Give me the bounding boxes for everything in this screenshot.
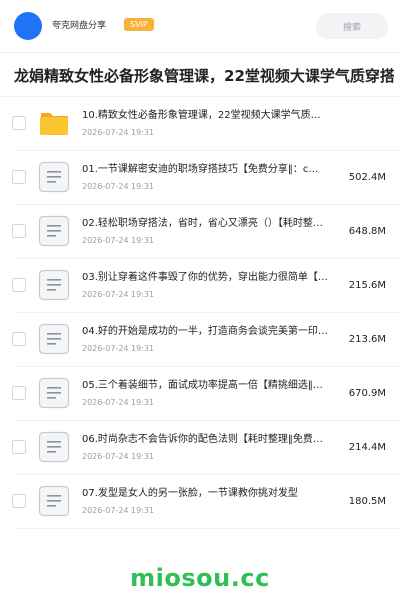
file-name[interactable]: 05.三个着装细节，面试成功率提高一倍【精挑细选‖… [82, 379, 344, 393]
vip-badge: SVIP [124, 18, 154, 31]
file-name[interactable]: 07.发型是女人的另一张脸，一节课教你挑对发型 [82, 487, 344, 501]
document-icon [38, 431, 70, 463]
row-checkbox[interactable] [12, 224, 26, 238]
file-row[interactable]: 07.发型是女人的另一张脸，一节课教你挑对发型 2026-07-24 19:31 1… [0, 475, 400, 529]
file-name[interactable]: 06.时尚杂志不会告诉你的配色法则【耗时整理‖免费… [82, 433, 344, 447]
file-date: 2026-07-24 19:31 [82, 128, 155, 137]
document-icon [38, 269, 70, 301]
file-size: 214.4M [348, 442, 386, 453]
file-date: 2026-07-24 19:31 [82, 398, 155, 407]
document-icon [38, 485, 70, 517]
file-size: 213.6M [348, 334, 386, 345]
row-checkbox[interactable] [12, 386, 26, 400]
file-name[interactable]: 03.别让穿着这件事毁了你的优势，穿出能力很简单【… [82, 271, 344, 285]
row-checkbox[interactable] [12, 332, 26, 346]
document-icon [38, 161, 70, 193]
file-name[interactable]: 02.轻松职场穿搭法，省时，省心又漂亮（）【耗时整… [82, 217, 344, 231]
header-divider [0, 52, 400, 53]
file-date: 2026-07-24 19:31 [82, 182, 155, 191]
file-size: 648.8M [348, 226, 386, 237]
file-date: 2026-07-24 19:31 [82, 236, 155, 245]
document-icon [38, 323, 70, 355]
header-bar: 夸克网盘分享 SVIP 搜索 [0, 0, 400, 52]
row-checkbox[interactable] [12, 440, 26, 454]
file-row[interactable]: 02.轻松职场穿搭法，省时，省心又漂亮（）【耗时整… 2026-07-24 19:… [0, 205, 400, 259]
file-date: 2026-07-24 19:31 [82, 290, 155, 299]
file-date: 2026-07-24 19:31 [82, 452, 155, 461]
file-row[interactable]: 01.一节课解密安迪的职场穿搭技巧【免费分享‖：c… 2026-07-24 19:… [0, 151, 400, 205]
file-size: 215.6M [348, 280, 386, 291]
row-checkbox[interactable] [12, 494, 26, 508]
row-checkbox[interactable] [12, 116, 26, 130]
file-row[interactable]: 05.三个着装细节，面试成功率提高一倍【精挑细选‖… 2026-07-24 19:… [0, 367, 400, 421]
search-placeholder: 搜索 [342, 22, 361, 33]
search-input[interactable]: 搜索 [316, 13, 388, 39]
file-date: 2026-07-24 19:31 [82, 506, 155, 515]
row-divider [14, 528, 400, 529]
document-icon [38, 377, 70, 409]
row-checkbox[interactable] [12, 170, 26, 184]
file-size: 180.5M [348, 496, 386, 507]
user-name[interactable]: 夸克网盘分享 [52, 19, 106, 33]
file-name[interactable]: 01.一节课解密安迪的职场穿搭技巧【免费分享‖：c… [82, 163, 344, 177]
file-date: 2026-07-24 19:31 [82, 344, 155, 353]
file-name[interactable]: 10.精致女性必备形象管理课，22堂视频大课学气质… [82, 109, 344, 123]
row-checkbox[interactable] [12, 278, 26, 292]
file-row[interactable]: 03.别让穿着这件事毁了你的优势，穿出能力很简单【… 2026-07-24 19:… [0, 259, 400, 313]
file-row[interactable]: 04.好的开始是成功的一半，打造商务会谈完美第一印… 2026-07-24 19:… [0, 313, 400, 367]
watermark: miosou.cc [130, 564, 270, 592]
document-icon [38, 215, 70, 247]
file-name[interactable]: 04.好的开始是成功的一半，打造商务会谈完美第一印… [82, 325, 344, 339]
file-row[interactable]: 06.时尚杂志不会告诉你的配色法则【耗时整理‖免费… 2026-07-24 19:… [0, 421, 400, 475]
page-title: 龙娟精致女性必备形象管理课，22堂视频大课学气质穿搭 [14, 67, 394, 85]
file-size: 502.4M [348, 172, 386, 183]
avatar[interactable] [14, 12, 42, 40]
folder-icon [38, 107, 70, 139]
file-size: 670.9M [348, 388, 386, 399]
file-list: 10.精致女性必备形象管理课，22堂视频大课学气质… 2026-07-24 19:… [0, 97, 400, 529]
folder-row[interactable]: 10.精致女性必备形象管理课，22堂视频大课学气质… 2026-07-24 19:… [0, 97, 400, 151]
